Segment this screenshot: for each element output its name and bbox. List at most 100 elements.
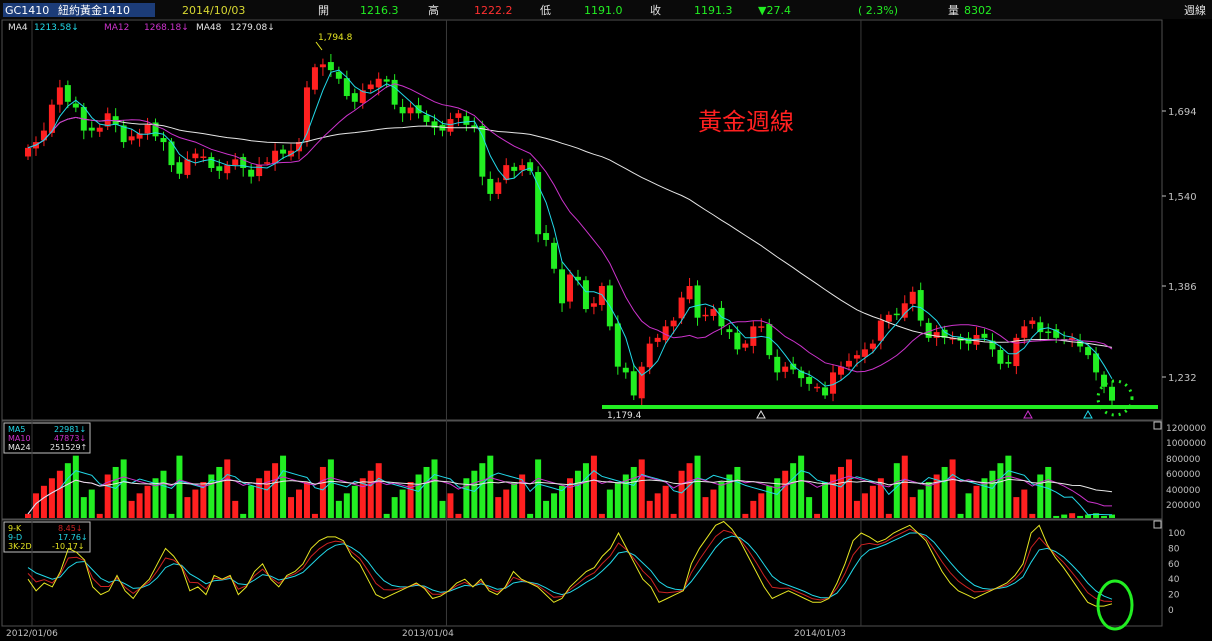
volume-bar [391,497,398,518]
volume-bar [311,513,318,518]
candle-body [790,363,797,370]
ma12-legend-value: 1268.18↓ [144,23,189,33]
ma12-line [27,83,1113,373]
candle-body [1085,347,1092,356]
k-legend-value: 8.45↓ [58,524,83,533]
candle-body [638,366,645,399]
candle-body [128,136,135,141]
candle-body [1021,326,1028,338]
candle-body [1029,320,1036,325]
volume-bar [917,489,924,518]
candle-body [511,166,518,171]
volume-bar [184,497,191,518]
volume-bar [1069,513,1076,518]
volume-bar [845,459,852,518]
volume-bar [543,500,550,518]
volume-bar [1005,455,1012,518]
y-tick-label: 1,694 [1168,107,1197,118]
volume-bar [893,463,900,518]
volume-bar [447,493,454,518]
volume-bar [96,513,103,518]
kd-y-tick-label: 40 [1168,575,1180,585]
candle-body [551,242,558,269]
volume-bar [471,470,478,518]
volume-bar [686,463,693,518]
volume-value: 8302 [964,4,992,17]
volume-bar [909,497,916,518]
volume-bar [838,466,844,518]
candle-body [646,343,653,368]
candle-body [885,314,892,322]
pane-close-icon[interactable] [1153,421,1162,430]
volume-bar [1021,489,1028,518]
volume-label: 量 [948,4,959,17]
j-legend-label: 3K-2D [8,542,32,551]
candle-body [311,67,318,90]
volume-bar [933,474,940,518]
candle-body [216,166,223,171]
candle-body [997,349,1004,364]
candle-body [184,159,191,175]
volume-bar [766,485,773,518]
volume-bar [654,493,661,518]
volume-bar [750,500,757,518]
pane-close-icon[interactable] [1153,520,1162,529]
period-label: 週線 [1184,3,1206,17]
candle-body [678,297,685,319]
y-tick-label: 400000 [1166,486,1201,496]
volume-bar [885,513,892,518]
volume-bar [72,455,79,518]
volume-bar [1029,513,1036,518]
close-value: 1191.3 [694,4,733,17]
volume-bar [264,470,271,518]
volume-bar [822,482,829,518]
d-legend-label: 9-D [8,533,22,542]
ma48-line [27,116,1113,348]
candle-body [487,178,494,194]
volume-bar [598,513,605,518]
kd-pane: 9-K 8.45↓ 9-D 17.76↓ 3K-2D -10.17↓ [1,519,1163,627]
ma12-legend-label: MA12 [104,23,129,33]
candle-body [447,119,454,132]
ma5-legend-value: 22981↓ [54,425,86,434]
volume-bar [997,463,1004,518]
candle-body [503,165,510,181]
k-legend-label: 9-K [8,524,22,533]
volume-bar [479,463,486,518]
volume-bar [1053,515,1060,518]
instrument-name: 紐約黃金1410 [58,3,130,17]
volume-bar [535,459,542,518]
candle-body [782,366,789,372]
price-legend: MA4 1213.58↓ MA12 1268.18↓ MA48 1279.08↓ [8,23,275,33]
symbol-label: GC1410 [5,4,49,17]
triangle-marker [1023,409,1033,419]
low-label: 低 [540,4,551,17]
kd-y-tick-label: 100 [1168,529,1185,539]
x-tick-label: 2014/01/03 [794,629,846,639]
candle-body [383,79,390,82]
volume-bar [702,497,709,518]
ma24-legend-value: 251529↑ [50,443,87,452]
volume-bar [303,482,310,518]
volume-bar [782,470,789,518]
candle-body [479,125,486,177]
candle-body [622,367,629,373]
volume-bar [511,482,518,518]
volume-bar [1101,515,1108,518]
candle-body [567,274,573,302]
volume-bar [758,493,765,518]
volume-bar [112,466,119,518]
volume-bar [853,500,860,518]
candle-body [64,85,71,102]
candle-body [192,153,199,159]
candle-body [224,165,231,174]
change-value: ▼27.4 [758,4,791,17]
volume-bar [88,489,95,518]
volume-bar [423,466,430,518]
volume-bar [790,463,797,518]
volume-bar [869,485,876,518]
candle-body [40,130,47,141]
candle-body [319,64,326,68]
kd-k-line [27,520,1113,607]
candle-body [742,343,749,348]
